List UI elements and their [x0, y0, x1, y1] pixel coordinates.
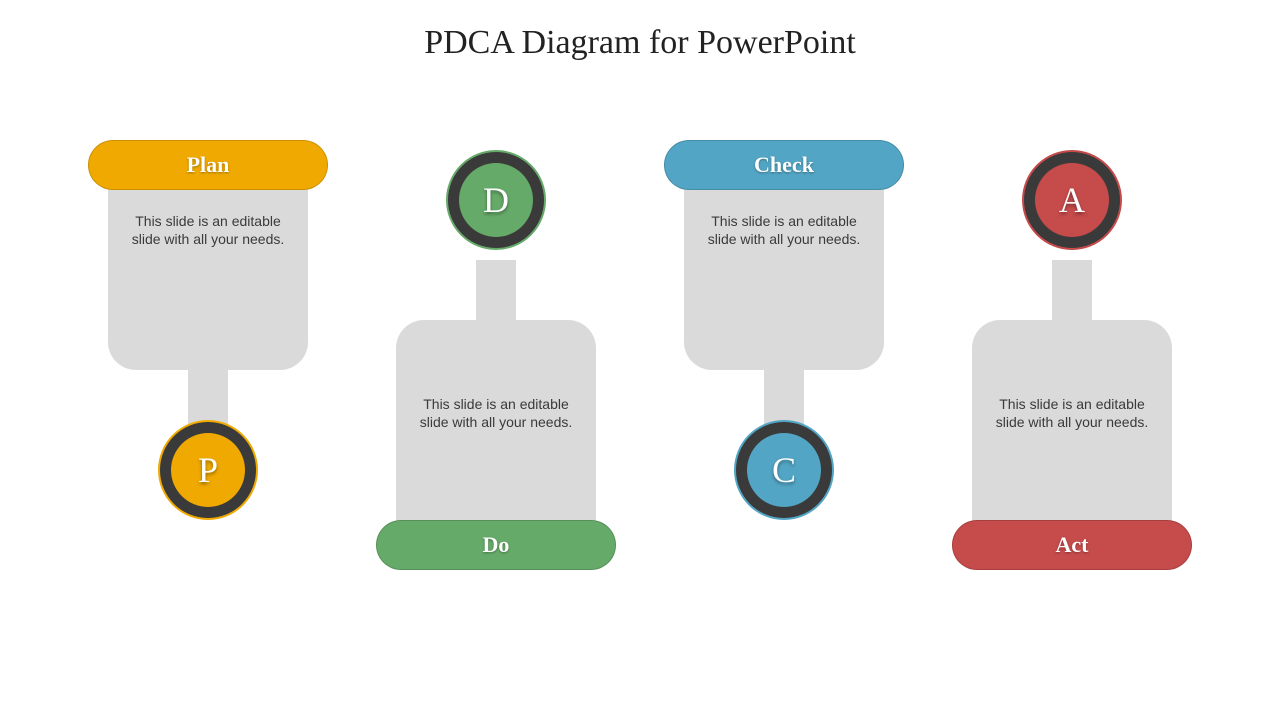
step-text: This slide is an editable slide with all… — [122, 212, 294, 248]
circle-check: C — [734, 420, 834, 520]
pill-do: Do — [376, 520, 616, 570]
circle-letter: P — [171, 433, 245, 507]
pill-plan: Plan — [88, 140, 328, 190]
slide-title: PDCA Diagram for PowerPoint — [0, 24, 1280, 62]
step-text: This slide is an editable slide with all… — [410, 395, 582, 431]
card-body — [972, 320, 1172, 550]
step-check: Check This slide is an editable slide wi… — [664, 120, 904, 660]
circle-letter: D — [459, 163, 533, 237]
card-neck — [1052, 260, 1092, 320]
pill-act: Act — [952, 520, 1192, 570]
step-act: A This slide is an editable slide with a… — [952, 120, 1192, 660]
step-text: This slide is an editable slide with all… — [698, 212, 870, 248]
card-neck — [476, 260, 516, 320]
circle-act: A — [1022, 150, 1122, 250]
step-do: D This slide is an editable slide with a… — [376, 120, 616, 660]
pill-check: Check — [664, 140, 904, 190]
step-plan: Plan This slide is an editable slide wit… — [88, 120, 328, 660]
card-body — [396, 320, 596, 550]
circle-do: D — [446, 150, 546, 250]
slide: PDCA Diagram for PowerPoint Plan This sl… — [0, 0, 1280, 720]
step-text: This slide is an editable slide with all… — [986, 395, 1158, 431]
circle-letter: A — [1035, 163, 1109, 237]
pdca-row: Plan This slide is an editable slide wit… — [88, 120, 1192, 660]
circle-plan: P — [158, 420, 258, 520]
circle-letter: C — [747, 433, 821, 507]
